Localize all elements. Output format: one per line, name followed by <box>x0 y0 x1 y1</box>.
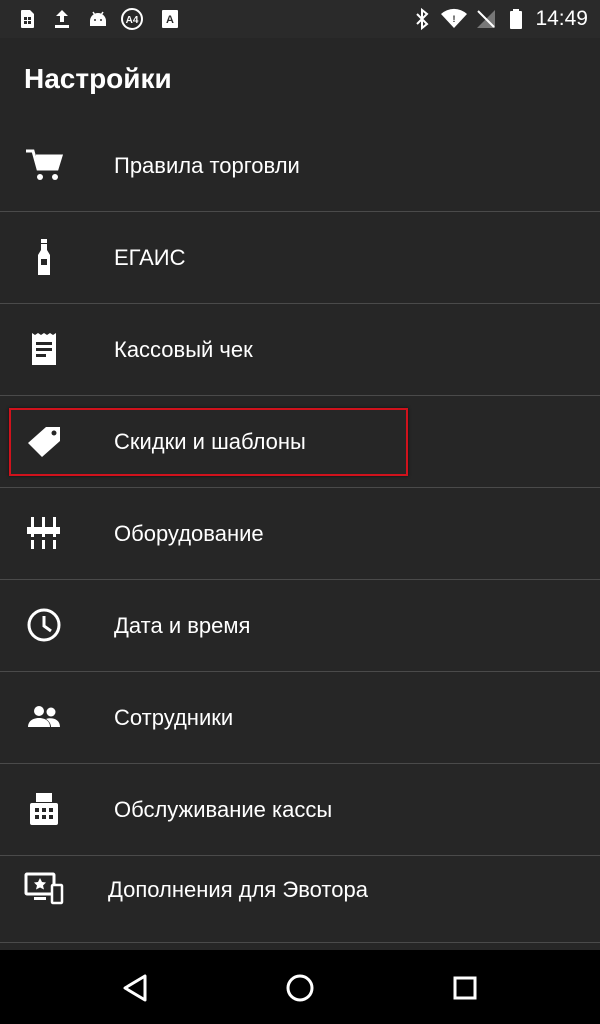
battery-icon <box>510 9 522 29</box>
settings-item-label: Правила торговли <box>114 153 300 178</box>
status-bar: A4 A ! 14:49 <box>0 0 600 38</box>
upload-icon <box>55 10 69 28</box>
navigation-bar <box>0 950 600 1024</box>
settings-item-label: Кассовый чек <box>114 337 253 362</box>
settings-item-receipt[interactable]: Кассовый чек <box>0 304 600 396</box>
svg-text:!: ! <box>453 14 456 24</box>
settings-item-label: Оборудование <box>114 521 264 546</box>
settings-item-equipment[interactable]: Оборудование <box>0 488 600 580</box>
screen: A4 A ! 14:49 Настройки Правила торговли … <box>0 0 600 1024</box>
app-bar: Настройки <box>0 38 600 120</box>
back-icon[interactable] <box>118 970 154 1006</box>
wifi-icon: ! <box>441 8 467 28</box>
a4-icon: A4 <box>121 8 143 30</box>
settings-item-discounts[interactable]: Скидки и шаблоны <box>0 396 600 488</box>
bluetooth-icon <box>416 7 429 31</box>
people-icon <box>28 706 60 727</box>
fax-icon <box>30 793 58 825</box>
settings-item-service[interactable]: Обслуживание кассы <box>0 764 600 856</box>
settings-item-label: Дата и время <box>114 613 251 638</box>
bottle-icon <box>38 239 50 275</box>
settings-item-trade-rules[interactable]: Правила торговли <box>0 120 600 212</box>
page-title: Настройки <box>24 63 172 94</box>
clock-time: 14:49 <box>535 7 588 30</box>
recents-icon[interactable] <box>447 970 483 1006</box>
settings-item-addons[interactable]: Дополнения для Эвотора <box>0 856 600 943</box>
devices-star-icon <box>24 872 64 905</box>
settings-item-egais[interactable]: ЕГАИС <box>0 212 600 304</box>
home-icon[interactable] <box>282 970 318 1006</box>
settings-item-label: Скидки и шаблоны <box>114 429 306 454</box>
svg-text:A4: A4 <box>126 15 139 26</box>
svg-text:A: A <box>166 14 174 26</box>
tag-icon <box>28 427 60 457</box>
android-icon <box>90 11 106 26</box>
no-signal-icon <box>477 10 495 28</box>
settings-item-label: Сотрудники <box>114 705 234 730</box>
settings-item-label: Обслуживание кассы <box>114 797 333 822</box>
cart-icon <box>26 149 64 180</box>
equalizer-icon <box>27 517 60 549</box>
clock-icon <box>27 608 61 642</box>
settings-item-employees[interactable]: Сотрудники <box>0 672 600 764</box>
settings-item-datetime[interactable]: Дата и время <box>0 580 600 672</box>
receipt-icon <box>32 333 56 365</box>
settings-item-label: Дополнения для Эвотора <box>108 877 368 902</box>
settings-list: Правила торговли ЕГАИС Кассовый чек Скид… <box>0 120 600 950</box>
sim-icon <box>21 10 34 28</box>
settings-item-label: ЕГАИС <box>114 245 186 270</box>
accessibility-icon: A <box>162 10 178 28</box>
